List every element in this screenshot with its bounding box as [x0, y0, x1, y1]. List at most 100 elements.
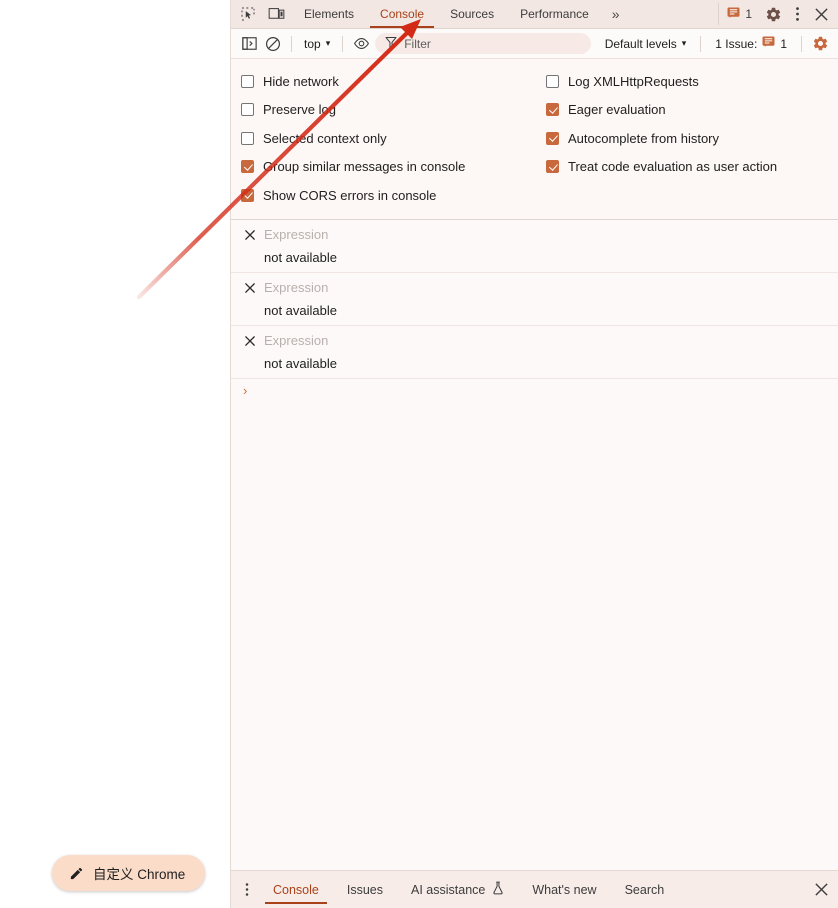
setting-hide-network-label: Hide network — [263, 73, 339, 89]
close-icon[interactable] — [243, 334, 256, 347]
inspect-element-icon[interactable] — [237, 3, 259, 25]
setting-show-cors-errors[interactable]: Show CORS errors in console — [231, 181, 536, 210]
checkbox-hide-network[interactable] — [241, 74, 254, 88]
drawer-spacer — [678, 871, 804, 908]
setting-eager-evaluation[interactable]: Eager evaluation — [536, 96, 838, 125]
customize-chrome-label: 自定义 Chrome — [93, 867, 186, 882]
tab-performance-label: Performance — [520, 7, 589, 21]
drawer-tab-search-label: Search — [624, 882, 665, 897]
checkbox-log-xmlhttprequests[interactable] — [546, 74, 559, 88]
console-sidebar-icon[interactable] — [237, 32, 261, 55]
setting-preserve-log[interactable]: Preserve log — [231, 96, 536, 125]
drawer-tab-console-label: Console — [273, 882, 319, 897]
more-tabs-chevron-icon[interactable]: » — [602, 0, 630, 28]
settings-pane-empty-cell — [536, 181, 838, 210]
eye-icon[interactable] — [349, 32, 373, 55]
close-icon[interactable] — [243, 228, 256, 241]
filter-input[interactable]: Filter — [375, 33, 591, 54]
log-levels-value: Default levels — [604, 36, 677, 51]
tab-console[interactable]: Console — [367, 0, 437, 28]
tab-performance[interactable]: Performance — [507, 0, 602, 28]
tab-sources-label: Sources — [450, 7, 495, 21]
filter-funnel-icon — [385, 36, 397, 51]
issues-count-label: 1 — [745, 7, 752, 21]
live-expression-row[interactable]: Expression not available — [231, 326, 838, 379]
live-expression-header: Expression — [231, 226, 838, 244]
console-toolbar: top ▾ Filter Default levels ▾ 1 Issue: 1 — [231, 29, 838, 59]
prompt-caret-icon: › — [243, 383, 248, 398]
tab-sources[interactable]: Sources — [437, 0, 507, 28]
checkbox-eager-evaluation[interactable] — [546, 103, 559, 117]
checkbox-show-cors-errors[interactable] — [241, 188, 254, 202]
web-page-background — [0, 0, 230, 908]
live-expression-row[interactable]: Expression not available — [231, 220, 838, 273]
devtools-panel: Elements Console Sources Performance » 1… — [230, 0, 838, 908]
device-toolbar-icon[interactable] — [265, 3, 287, 25]
drawer-tab-ai-assistance-label: AI assistance — [411, 882, 486, 897]
kebab-menu-icon[interactable] — [235, 871, 259, 908]
issues-toolbar-count: 1 — [780, 36, 787, 51]
checkbox-autocomplete-from-history[interactable] — [546, 131, 559, 145]
toolbar-divider — [291, 35, 292, 52]
tab-elements-label: Elements — [304, 7, 355, 21]
issues-toolbar-button[interactable]: 1 Issue: 1 — [707, 36, 795, 51]
setting-hide-network[interactable]: Hide network — [231, 67, 536, 96]
setting-preserve-log-label: Preserve log — [263, 102, 336, 118]
console-settings-pane: Hide network Preserve log Selected conte… — [231, 59, 838, 220]
live-expression-result: not available — [264, 355, 337, 371]
execution-context-select[interactable]: top ▾ — [298, 33, 336, 55]
live-expression-header: Expression — [231, 279, 838, 297]
live-expression-row[interactable]: Expression not available — [231, 273, 838, 326]
setting-selected-context-only[interactable]: Selected context only — [231, 124, 536, 153]
chevron-down-icon: ▾ — [325, 38, 331, 48]
checkbox-group-similar-messages[interactable] — [241, 160, 254, 174]
setting-treat-code-evaluation[interactable]: Treat code evaluation as user action — [536, 153, 838, 182]
setting-treat-code-evaluation-label: Treat code evaluation as user action — [568, 159, 778, 175]
setting-group-similar-messages-label: Group similar messages in console — [263, 159, 466, 175]
drawer-tab-ai-assistance[interactable]: AI assistance — [397, 871, 518, 908]
checkbox-treat-code-evaluation[interactable] — [546, 160, 559, 174]
customize-chrome-button[interactable]: 自定义 Chrome — [52, 855, 206, 891]
setting-autocomplete-from-history-label: Autocomplete from history — [568, 130, 720, 146]
setting-log-xmlhttprequests[interactable]: Log XMLHttpRequests — [536, 67, 838, 96]
kebab-menu-icon[interactable] — [786, 3, 808, 25]
pencil-icon — [69, 866, 84, 881]
drawer-tab-issues[interactable]: Issues — [333, 871, 397, 908]
live-expression-placeholder: Expression — [264, 227, 329, 242]
devtools-tabstrip: Elements Console Sources Performance » 1 — [231, 0, 838, 29]
log-levels-select[interactable]: Default levels ▾ — [597, 33, 695, 55]
devtools-drawer: Console Issues AI assistance What's new … — [231, 870, 838, 908]
clear-console-icon[interactable] — [261, 32, 285, 55]
checkbox-selected-context-only[interactable] — [241, 131, 254, 145]
issues-text-label: 1 Issue: — [715, 36, 758, 51]
tab-elements[interactable]: Elements — [291, 0, 367, 28]
console-output[interactable]: Expression not available Expression not … — [231, 219, 838, 870]
live-expression-result: not available — [264, 302, 337, 318]
gear-icon[interactable] — [762, 3, 784, 25]
chevron-down-icon-levels: ▾ — [681, 38, 687, 48]
live-expression-result: not available — [264, 249, 337, 265]
devtools-tabs: Elements Console Sources Performance » — [291, 0, 714, 28]
execution-context-value: top — [304, 36, 321, 51]
setting-autocomplete-from-history[interactable]: Autocomplete from history — [536, 124, 838, 153]
console-prompt[interactable]: › — [231, 379, 838, 403]
console-settings-gear-icon[interactable] — [808, 32, 832, 55]
tab-console-label: Console — [380, 7, 425, 21]
close-icon[interactable] — [810, 3, 832, 25]
setting-eager-evaluation-label: Eager evaluation — [568, 102, 666, 118]
drawer-tab-search[interactable]: Search — [611, 871, 679, 908]
issues-counter-button[interactable]: 1 — [718, 3, 760, 25]
toolbar-divider-2 — [342, 35, 344, 52]
drawer-tab-whats-new-label: What's new — [532, 882, 597, 897]
filter-placeholder: Filter — [404, 36, 431, 51]
setting-group-similar-messages[interactable]: Group similar messages in console — [231, 153, 536, 182]
issues-message-icon — [727, 6, 740, 22]
drawer-tab-console[interactable]: Console — [259, 871, 333, 908]
close-icon[interactable] — [243, 281, 256, 294]
drawer-tab-whats-new[interactable]: What's new — [518, 871, 610, 908]
checkbox-preserve-log[interactable] — [241, 103, 254, 117]
issues-message-icon-toolbar — [762, 36, 775, 51]
toolbar-divider-3 — [700, 35, 702, 52]
toolbar-divider-4 — [801, 35, 802, 52]
close-icon[interactable] — [804, 871, 838, 908]
